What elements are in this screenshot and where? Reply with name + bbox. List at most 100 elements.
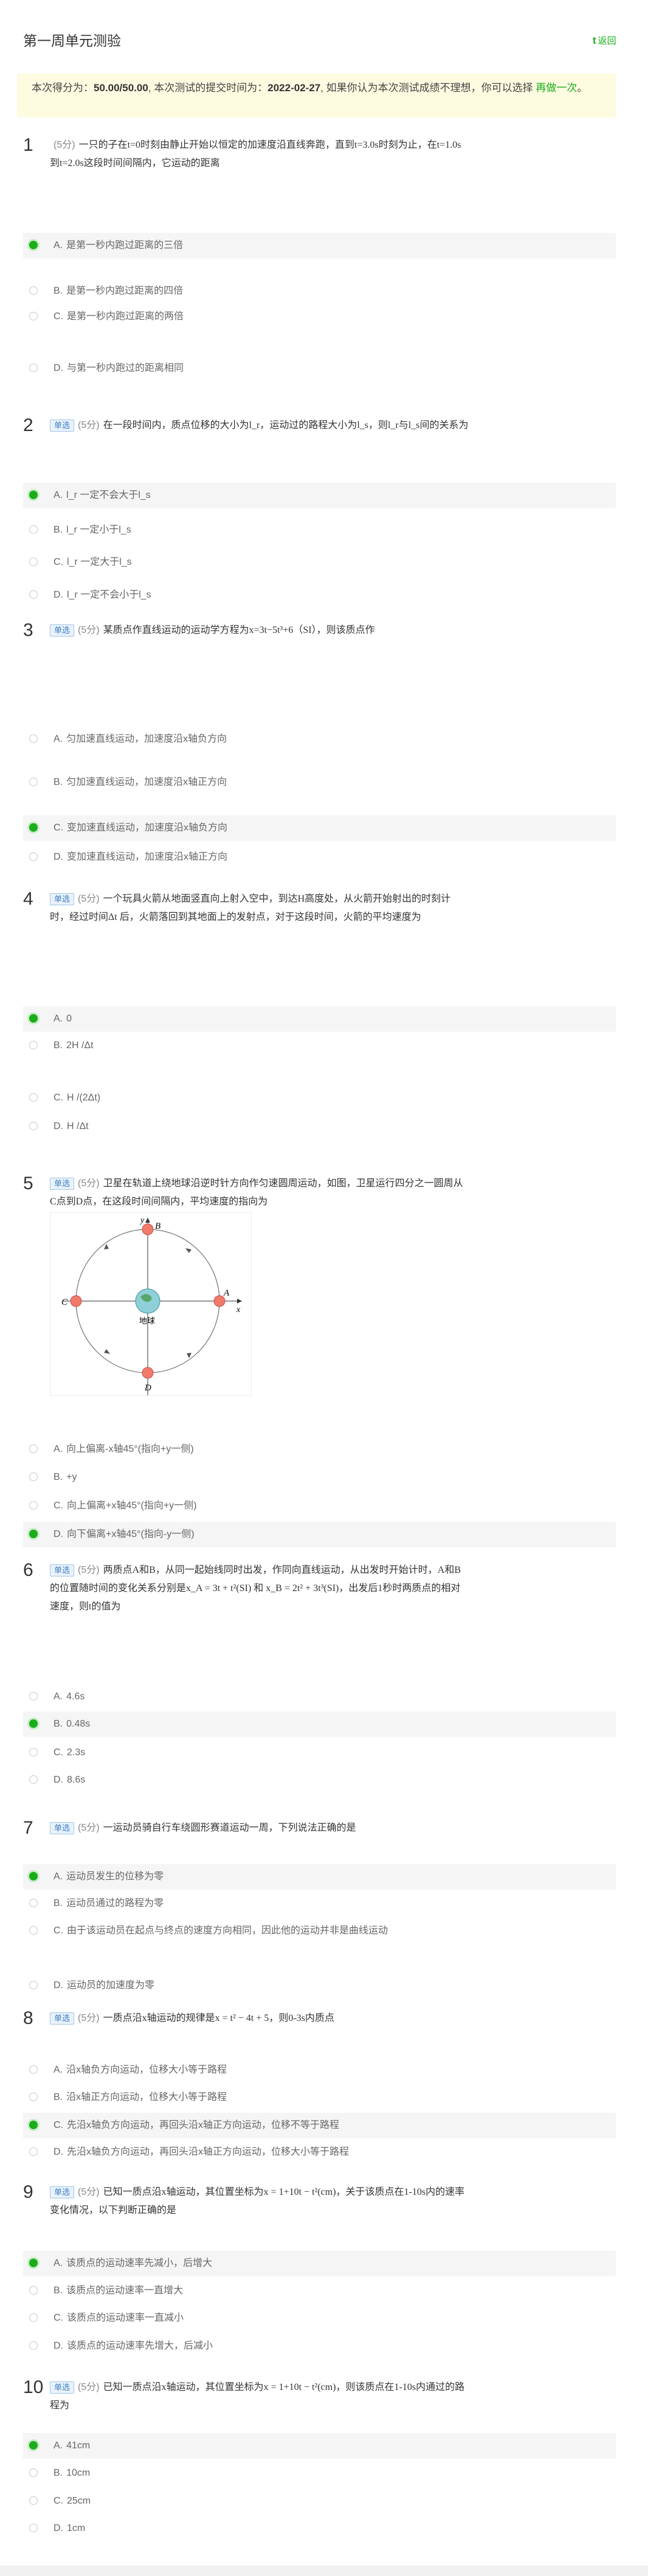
answer-option[interactable]: A. 41cm xyxy=(23,2433,616,2459)
option-text: 该质点的运动速率一直增大 xyxy=(66,2285,184,2296)
radio-selected-icon[interactable] xyxy=(29,823,38,832)
question-score: (5分) xyxy=(78,1565,100,1575)
radio-selected-icon[interactable] xyxy=(29,2259,38,2267)
answer-option[interactable]: C. 25cm xyxy=(23,2488,616,2514)
answer-option[interactable]: C. 是第一秒内跑过距离的两倍 xyxy=(23,304,616,330)
answer-option[interactable]: C. l_r 一定大于l_s xyxy=(23,550,616,575)
radio-icon[interactable] xyxy=(29,558,38,566)
radio-icon[interactable] xyxy=(29,1692,38,1701)
answer-option[interactable]: A. 0 xyxy=(23,1006,616,1032)
radio-icon[interactable] xyxy=(29,2147,38,2156)
option-letter: D. xyxy=(53,2341,63,2351)
question-score: (5分) xyxy=(78,625,100,635)
back-link[interactable]: t 返回 xyxy=(593,34,616,47)
option-text: 4.6s xyxy=(66,1691,85,1702)
option-text: l_r 一定小于l_s xyxy=(66,525,131,535)
radio-icon[interactable] xyxy=(29,364,38,372)
radio-icon[interactable] xyxy=(29,590,38,599)
answer-option[interactable]: C. 该质点的运动速率一直减小 xyxy=(23,2305,616,2331)
retry-link[interactable]: 再做一次 xyxy=(536,82,577,94)
radio-icon[interactable] xyxy=(29,2524,38,2532)
answer-option[interactable]: C. 先沿x轴负方向运动，再回头沿x轴正方向运动，位移不等于路程 xyxy=(23,2113,616,2138)
answer-option[interactable]: B. 沿x轴正方向运动，位移大小等于路程 xyxy=(23,2085,616,2110)
answer-option[interactable]: A. 4.6s xyxy=(23,1684,616,1710)
option-text: 向上偏离-x轴45°(指向+y一侧) xyxy=(66,1444,194,1454)
answer-option[interactable]: D. H /Δt xyxy=(23,1114,616,1139)
radio-icon[interactable] xyxy=(29,2468,38,2477)
answer-option[interactable]: A. 匀加速直线运动，加速度沿x轴负方向 xyxy=(23,727,616,752)
answer-option[interactable]: C. H /(2Δt) xyxy=(23,1085,616,1111)
radio-icon[interactable] xyxy=(29,2496,38,2505)
answer-option[interactable]: B. 0.48s xyxy=(23,1711,616,1737)
answer-option[interactable]: C. 2.3s xyxy=(23,1740,616,1766)
radio-icon[interactable] xyxy=(29,525,38,534)
radio-selected-icon[interactable] xyxy=(29,1530,38,1538)
radio-icon[interactable] xyxy=(29,1445,38,1453)
answer-option[interactable]: A. 运动员发生的位移为零 xyxy=(23,1864,616,1890)
radio-icon[interactable] xyxy=(29,1926,38,1935)
radio-icon[interactable] xyxy=(29,2313,38,2322)
radio-icon[interactable] xyxy=(29,2093,38,2101)
radio-icon[interactable] xyxy=(29,1748,38,1756)
answer-option[interactable]: D. 先沿x轴负方向运动，再回头沿x轴正方向运动，位移大小等于路程 xyxy=(23,2139,616,2165)
radio-icon[interactable] xyxy=(29,1122,38,1130)
answer-option[interactable]: A. 该质点的运动速率先减小，后增大 xyxy=(23,2251,616,2276)
question-number: 5 xyxy=(23,1173,33,1193)
radio-selected-icon[interactable] xyxy=(29,1014,38,1023)
option-letter: B. xyxy=(53,2285,63,2296)
answer-option[interactable]: A. 是第一秒内跑过距离的三倍 xyxy=(23,233,616,258)
answer-option[interactable]: D. 8.6s xyxy=(23,1767,616,1793)
radio-selected-icon[interactable] xyxy=(29,1872,38,1880)
answer-option[interactable]: A. l_r 一定不会大于l_s xyxy=(23,483,616,508)
answer-option[interactable]: D. 1cm xyxy=(23,2516,616,2541)
answer-option[interactable]: D. 与第一秒内跑过的距离相同 xyxy=(23,356,616,381)
answer-option[interactable]: D. 该质点的运动速率先增大，后减小 xyxy=(23,2333,616,2359)
question-score: (5分) xyxy=(78,894,100,904)
answer-option[interactable]: B. 10cm xyxy=(23,2460,616,2486)
answer-option[interactable]: D. 运动员的加速度为零 xyxy=(23,1973,616,1998)
option-text: 1cm xyxy=(67,2523,86,2533)
answer-option[interactable]: B. +y xyxy=(23,1465,616,1490)
radio-icon[interactable] xyxy=(29,1041,38,1049)
radio-icon[interactable] xyxy=(29,312,38,320)
radio-selected-icon[interactable] xyxy=(29,241,38,249)
radio-selected-icon[interactable] xyxy=(29,2121,38,2129)
question-type-badge: 单选 xyxy=(50,2381,75,2394)
answer-option[interactable]: B. 2H /Δt xyxy=(23,1033,616,1058)
answer-option[interactable]: B. 匀加速直线运动，加速度沿x轴正方向 xyxy=(23,770,616,795)
question-number: 8 xyxy=(23,2008,33,2028)
question-text: 已知一质点沿x轴运动，其位置坐标为x = 1+10t − t²(cm)，则该质点… xyxy=(50,2382,465,2411)
radio-icon[interactable] xyxy=(29,1899,38,1907)
figure-y-arrow xyxy=(145,1218,150,1223)
radio-icon[interactable] xyxy=(29,1501,38,1510)
radio-icon[interactable] xyxy=(29,734,38,743)
radio-icon[interactable] xyxy=(29,778,38,786)
answer-option[interactable]: B. 是第一秒内跑过距离的四倍 xyxy=(23,278,616,304)
answer-option[interactable]: D. 向下偏离+x轴45°(指向-y一侧) xyxy=(23,1522,616,1547)
option-letter: A. xyxy=(53,1871,63,1882)
radio-icon[interactable] xyxy=(29,2065,38,2074)
option-text: 向下偏离+x轴45°(指向-y一侧) xyxy=(67,1529,195,1539)
radio-selected-icon[interactable] xyxy=(29,1719,38,1728)
answer-option[interactable]: B. 运动员通过的路程为零 xyxy=(23,1891,616,1916)
answer-option[interactable]: A. 向上偏离-x轴45°(指向+y一侧) xyxy=(23,1437,616,1462)
radio-icon[interactable] xyxy=(29,1093,38,1102)
answer-option[interactable]: A. 沿x轴负方向运动，位移大小等于路程 xyxy=(23,2057,616,2083)
answer-option[interactable]: C. 由于该运动员在起点与终点的速度方向相同，因此他的运动并非是曲线运动 xyxy=(23,1918,616,1944)
answer-option[interactable]: B. 该质点的运动速率一直增大 xyxy=(23,2278,616,2304)
radio-icon[interactable] xyxy=(29,1981,38,1989)
radio-icon[interactable] xyxy=(29,2286,38,2295)
radio-icon[interactable] xyxy=(29,286,38,295)
satellite-C xyxy=(70,1295,82,1307)
answer-option[interactable]: B. l_r 一定小于l_s xyxy=(23,517,616,543)
radio-selected-icon[interactable] xyxy=(29,2441,38,2450)
answer-option[interactable]: C. 变加速直线运动，加速度沿x轴负方向 xyxy=(23,815,616,841)
radio-icon[interactable] xyxy=(29,852,38,861)
answer-option[interactable]: C. 向上偏离+x轴45°(指向+y一侧) xyxy=(23,1493,616,1519)
radio-icon[interactable] xyxy=(29,1473,38,1481)
answer-option[interactable]: D. 变加速直线运动，加速度沿x轴正方向 xyxy=(23,844,616,870)
radio-selected-icon[interactable] xyxy=(29,491,38,499)
answer-option[interactable]: D. l_r 一定不会小于l_s xyxy=(23,582,616,608)
radio-icon[interactable] xyxy=(29,1775,38,1784)
radio-icon[interactable] xyxy=(29,2341,38,2350)
